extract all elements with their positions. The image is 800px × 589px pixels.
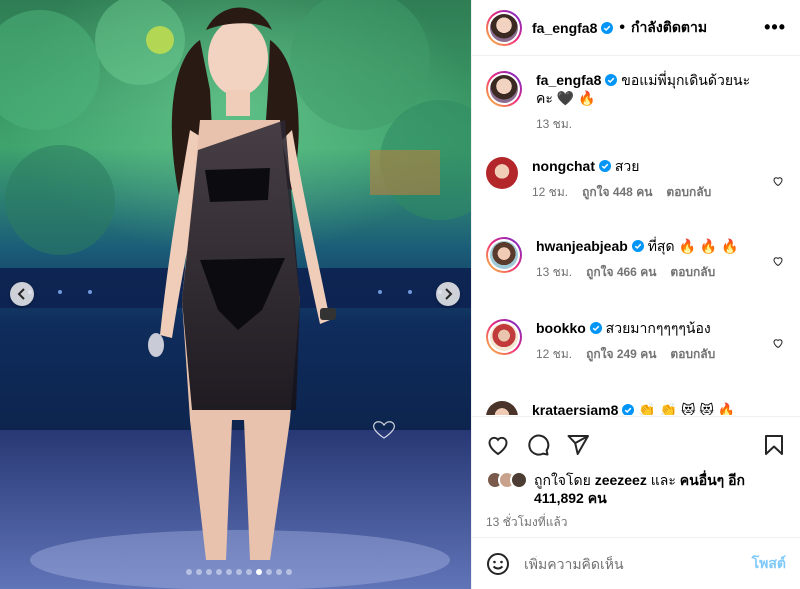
- commenter-username[interactable]: krataersiam8: [532, 402, 618, 415]
- add-comment-bar: โพสต์: [472, 537, 800, 589]
- comment-input[interactable]: [524, 555, 752, 572]
- carousel-dot: [286, 569, 292, 575]
- likes-count[interactable]: 411,892 คน: [534, 490, 607, 506]
- liked-by-more: อีก: [728, 472, 745, 488]
- carousel-dot: [256, 569, 262, 575]
- caption-time: 13 ชม.: [536, 117, 573, 131]
- following-button[interactable]: กำลังติดตาม: [631, 17, 707, 39]
- post-media[interactable]: [0, 0, 471, 589]
- commenter-avatar[interactable]: [486, 401, 518, 415]
- heart-icon[interactable]: [772, 175, 784, 187]
- liker-avatar: [510, 471, 528, 489]
- post-caption: fa_engfa8 ขอแม่พี่มุกเดินด้วยนะคะ 🖤 🔥 13…: [486, 71, 786, 151]
- comment-time: 12 ชม.: [532, 185, 569, 199]
- author-avatar-ring[interactable]: [486, 9, 522, 46]
- comment-time: 12 ชม.: [536, 347, 573, 361]
- emoji-icon[interactable]: [486, 552, 510, 576]
- verified-badge-icon: [599, 160, 611, 172]
- commenter-avatar: [490, 323, 518, 351]
- reply-button[interactable]: ตอบกลับ: [670, 345, 715, 363]
- verified-badge-icon: [605, 74, 618, 86]
- carousel-dot: [226, 569, 232, 575]
- more-icon[interactable]: •••: [764, 17, 786, 38]
- reply-button[interactable]: ตอบกลับ: [670, 263, 715, 281]
- comment-item: bookko สวยมากๆๆๆๆน้อง 12 ชม. ถูกใจ 249 ค…: [486, 319, 786, 401]
- verified-badge-icon: [631, 240, 644, 252]
- author-username[interactable]: fa_engfa8: [532, 20, 597, 36]
- carousel-dot: [206, 569, 212, 575]
- caption-avatar: [490, 75, 518, 103]
- verified-badge-icon: [589, 322, 602, 334]
- verified-badge-icon: [601, 21, 614, 34]
- comment-likes[interactable]: ถูกใจ 249 คน: [586, 345, 656, 363]
- post-timestamp[interactable]: 13 ชั่วโมงที่แล้ว: [486, 513, 786, 532]
- previous-photo-button[interactable]: [10, 282, 34, 306]
- liked-by-prefix: ถูกใจโดย: [534, 472, 591, 488]
- comment-item: nongchat สวย 12 ชม. ถูกใจ 448 คน ตอบกลับ: [486, 157, 786, 237]
- chevron-right-icon: [445, 288, 453, 300]
- comments-list[interactable]: fa_engfa8 ขอแม่พี่มุกเดินด้วยนะคะ 🖤 🔥 13…: [472, 57, 800, 415]
- carousel-dot: [196, 569, 202, 575]
- comment-text: สวยมากๆๆๆๆน้อง: [605, 320, 711, 336]
- caption-avatar-ring[interactable]: [486, 71, 522, 107]
- comment-text: ที่สุด 🔥 🔥 🔥: [647, 238, 739, 254]
- commenter-avatar[interactable]: [486, 157, 518, 189]
- commenter-avatar: [490, 241, 518, 269]
- commenter-username[interactable]: bookko: [536, 320, 586, 336]
- carousel-dot: [276, 569, 282, 575]
- liker-avatars[interactable]: [486, 471, 528, 489]
- comment-time: 13 ชม.: [536, 265, 573, 279]
- carousel-dot: [186, 569, 192, 575]
- heart-icon[interactable]: [772, 337, 784, 349]
- heart-icon[interactable]: [772, 255, 784, 267]
- post-actions: ถูกใจโดย zeezeez และ คนอื่นๆ อีก 411,892…: [472, 416, 800, 532]
- post-photo: [0, 0, 471, 589]
- carousel-indicator: [186, 569, 292, 575]
- liked-by-and: และ: [650, 472, 676, 488]
- comment-text: 👏 👏 😻 😻 🔥: [638, 402, 736, 415]
- commenter-avatar-ring[interactable]: [486, 319, 522, 355]
- carousel-dot: [246, 569, 252, 575]
- liker-username[interactable]: zeezeez: [595, 472, 647, 488]
- reply-button[interactable]: ตอบกลับ: [666, 183, 711, 201]
- header-separator: •: [619, 18, 625, 36]
- post-comment-button[interactable]: โพสต์: [752, 553, 786, 575]
- comment-likes[interactable]: ถูกใจ 466 คน: [586, 263, 656, 281]
- carousel-dot: [216, 569, 222, 575]
- next-photo-button[interactable]: [436, 282, 460, 306]
- comment-text: สวย: [614, 158, 640, 174]
- share-icon[interactable]: [566, 433, 590, 457]
- verified-badge-icon: [622, 404, 635, 415]
- comment-item: krataersiam8 👏 👏 😻 😻 🔥: [486, 401, 786, 415]
- comment-icon[interactable]: [526, 433, 550, 457]
- post-detail-panel: fa_engfa8 • กำลังติดตาม ••• fa_engfa8 ขอ…: [471, 0, 800, 589]
- liked-by: ถูกใจโดย zeezeez และ คนอื่นๆ อีก 411,892…: [486, 471, 786, 507]
- carousel-dot: [236, 569, 242, 575]
- author-avatar: [490, 13, 518, 42]
- post-header: fa_engfa8 • กำลังติดตาม •••: [472, 0, 800, 56]
- heart-icon[interactable]: [486, 433, 510, 457]
- carousel-dot: [266, 569, 272, 575]
- others-link[interactable]: คนอื่นๆ: [680, 472, 724, 488]
- commenter-username[interactable]: hwanjeabjeab: [536, 238, 628, 254]
- post-button-label: โพสต์: [751, 554, 786, 571]
- comment-likes[interactable]: ถูกใจ 448 คน: [582, 183, 652, 201]
- commenter-avatar-ring[interactable]: [486, 237, 522, 273]
- commenter-username[interactable]: nongchat: [532, 158, 595, 174]
- caption-username[interactable]: fa_engfa8: [536, 72, 601, 88]
- bookmark-icon[interactable]: [762, 433, 786, 457]
- chevron-left-icon: [17, 288, 25, 300]
- comment-item: hwanjeabjeab ที่สุด 🔥 🔥 🔥 13 ชม. ถูกใจ 4…: [486, 237, 786, 319]
